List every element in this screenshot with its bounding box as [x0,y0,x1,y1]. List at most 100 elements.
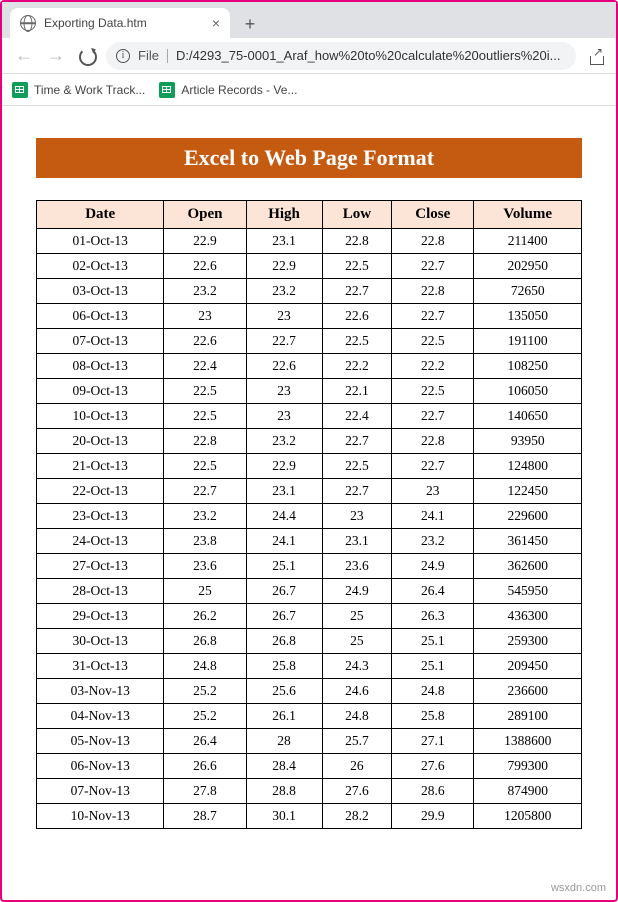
bookmark-label: Time & Work Track... [34,83,145,97]
table-row: 09-Oct-1322.52322.122.5106050 [37,379,582,404]
table-row: 02-Oct-1322.622.922.522.7202950 [37,254,582,279]
bookmark-time-work[interactable]: Time & Work Track... [12,82,145,98]
table-cell: 27.8 [164,779,246,804]
table-cell: 24.8 [322,704,392,729]
table-cell: 22.6 [322,304,392,329]
share-icon[interactable] [588,47,606,65]
table-cell: 24.1 [246,529,322,554]
table-cell: 03-Oct-13 [37,279,164,304]
table-cell: 24.8 [392,679,474,704]
table-cell: 799300 [474,754,582,779]
close-icon[interactable]: × [212,15,220,31]
table-row: 20-Oct-1322.823.222.722.893950 [37,429,582,454]
table-row: 03-Nov-1325.225.624.624.8236600 [37,679,582,704]
table-row: 04-Nov-1325.226.124.825.8289100 [37,704,582,729]
table-row: 24-Oct-1323.824.123.123.2361450 [37,529,582,554]
table-cell: 22.7 [322,429,392,454]
table-cell: 26.4 [392,579,474,604]
table-cell: 140650 [474,404,582,429]
table-cell: 29-Oct-13 [37,604,164,629]
bookmark-label: Article Records - Ve... [181,83,297,97]
new-tab-button[interactable]: + [236,10,264,38]
table-cell: 23 [392,479,474,504]
table-cell: 27.1 [392,729,474,754]
table-cell: 07-Nov-13 [37,779,164,804]
table-cell: 24.9 [392,554,474,579]
table-cell: 25.8 [392,704,474,729]
table-cell: 124800 [474,454,582,479]
table-cell: 22.7 [392,404,474,429]
table-row: 27-Oct-1323.625.123.624.9362600 [37,554,582,579]
table-cell: 26.7 [246,579,322,604]
table-cell: 22.9 [164,229,246,254]
table-cell: 23.6 [164,554,246,579]
table-cell: 22.2 [392,354,474,379]
table-cell: 24.6 [322,679,392,704]
table-cell: 22.1 [322,379,392,404]
address-bar[interactable]: i File D:/4293_75-0001_Araf_how%20to%20c… [106,42,576,70]
table-cell: 122450 [474,479,582,504]
table-cell: 31-Oct-13 [37,654,164,679]
table-cell: 25.1 [392,629,474,654]
table-cell: 259300 [474,629,582,654]
table-cell: 28.2 [322,804,392,829]
column-header: Volume [474,201,582,229]
header-row: DateOpenHighLowCloseVolume [37,201,582,229]
globe-icon [20,15,36,31]
table-cell: 23 [246,304,322,329]
table-cell: 26.8 [246,629,322,654]
sheets-icon [159,82,175,98]
browser-tab[interactable]: Exporting Data.htm × [10,8,230,38]
table-cell: 26.7 [246,604,322,629]
table-cell: 28 [246,729,322,754]
table-cell: 25 [322,629,392,654]
table-row: 06-Nov-1326.628.42627.6799300 [37,754,582,779]
table-cell: 22.8 [322,229,392,254]
table-cell: 05-Nov-13 [37,729,164,754]
table-cell: 22.5 [392,329,474,354]
column-header: Low [322,201,392,229]
table-cell: 06-Nov-13 [37,754,164,779]
table-cell: 545950 [474,579,582,604]
table-cell: 10-Nov-13 [37,804,164,829]
tab-bar: Exporting Data.htm × + [2,2,616,38]
table-cell: 362600 [474,554,582,579]
table-cell: 24.9 [322,579,392,604]
table-cell: 23.1 [246,229,322,254]
table-cell: 22.8 [164,429,246,454]
info-icon[interactable]: i [116,49,130,63]
table-row: 28-Oct-132526.724.926.4545950 [37,579,582,604]
page-title: Excel to Web Page Format [36,138,582,178]
bookmark-article-records[interactable]: Article Records - Ve... [159,82,297,98]
table-cell: 23 [246,404,322,429]
table-row: 08-Oct-1322.422.622.222.2108250 [37,354,582,379]
table-cell: 26.8 [164,629,246,654]
table-cell: 361450 [474,529,582,554]
column-header: Open [164,201,246,229]
table-cell: 22.5 [322,254,392,279]
table-cell: 07-Oct-13 [37,329,164,354]
table-cell: 25.2 [164,679,246,704]
table-cell: 229600 [474,504,582,529]
table-cell: 22.5 [392,379,474,404]
table-row: 30-Oct-1326.826.82525.1259300 [37,629,582,654]
table-cell: 22.5 [322,329,392,354]
table-cell: 22.5 [322,454,392,479]
table-cell: 22.9 [246,254,322,279]
url-path: D:/4293_75-0001_Araf_how%20to%20calculat… [176,48,566,63]
table-cell: 25.7 [322,729,392,754]
table-row: 01-Oct-1322.923.122.822.8211400 [37,229,582,254]
table-cell: 30-Oct-13 [37,629,164,654]
forward-button[interactable]: → [44,44,68,68]
table-cell: 22.7 [322,279,392,304]
table-cell: 23.1 [246,479,322,504]
table-cell: 25.8 [246,654,322,679]
table-row: 07-Oct-1322.622.722.522.5191100 [37,329,582,354]
table-cell: 28.8 [246,779,322,804]
table-cell: 27.6 [322,779,392,804]
reload-button[interactable] [76,45,98,67]
table-cell: 04-Nov-13 [37,704,164,729]
table-cell: 28.6 [392,779,474,804]
tab-title: Exporting Data.htm [44,16,204,30]
back-button[interactable]: ← [12,44,36,68]
